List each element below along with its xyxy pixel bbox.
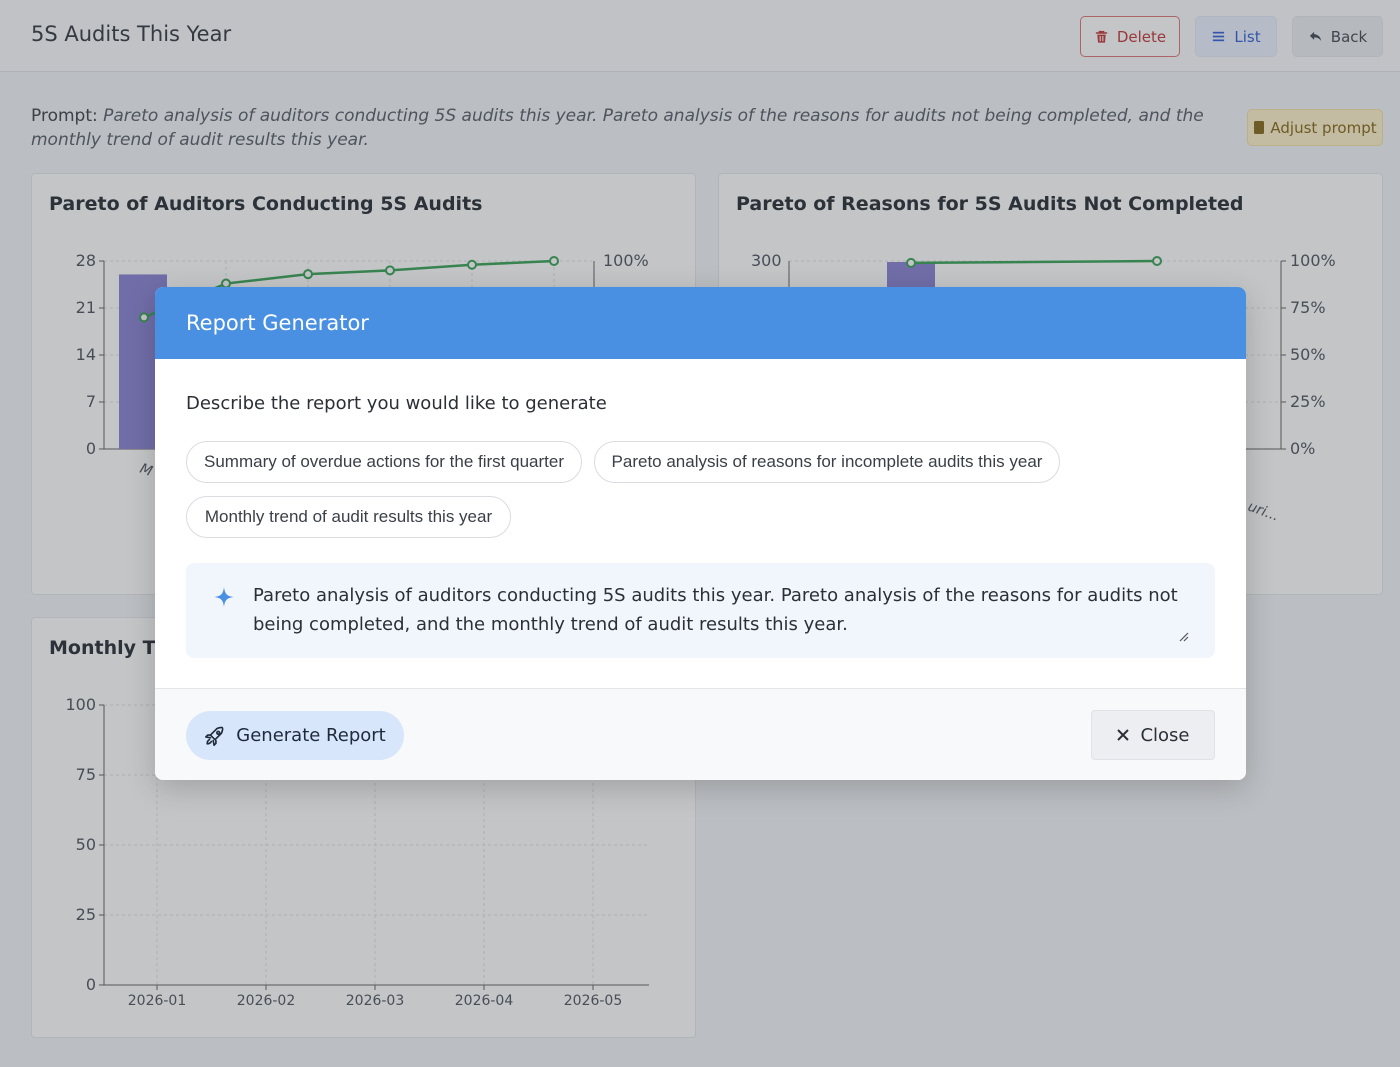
resize-handle-icon[interactable] xyxy=(1179,632,1189,642)
dialog-heading: Describe the report you would like to ge… xyxy=(186,393,607,414)
dialog-header: Report Generator xyxy=(155,287,1246,359)
close-icon xyxy=(1117,729,1130,741)
generate-report-button[interactable]: Generate Report xyxy=(186,711,404,760)
rocket-icon xyxy=(205,726,224,746)
report-description-input[interactable]: Pareto analysis of auditors conducting 5… xyxy=(186,563,1215,658)
dialog-title: Report Generator xyxy=(186,311,369,335)
suggestion-chip[interactable]: Pareto analysis of reasons for incomplet… xyxy=(594,441,1060,483)
close-button[interactable]: Close xyxy=(1091,710,1215,760)
close-label: Close xyxy=(1140,724,1190,746)
report-description-text[interactable]: Pareto analysis of auditors conducting 5… xyxy=(253,581,1193,639)
suggestion-chip[interactable]: Summary of overdue actions for the first… xyxy=(186,441,582,483)
report-generator-dialog: Report Generator Describe the report you… xyxy=(155,287,1246,780)
suggestion-chip[interactable]: Monthly trend of audit results this year xyxy=(186,496,511,538)
generate-report-label: Generate Report xyxy=(236,725,386,746)
sparkle-icon xyxy=(214,587,234,607)
dialog-footer: Generate Report Close xyxy=(155,688,1246,780)
